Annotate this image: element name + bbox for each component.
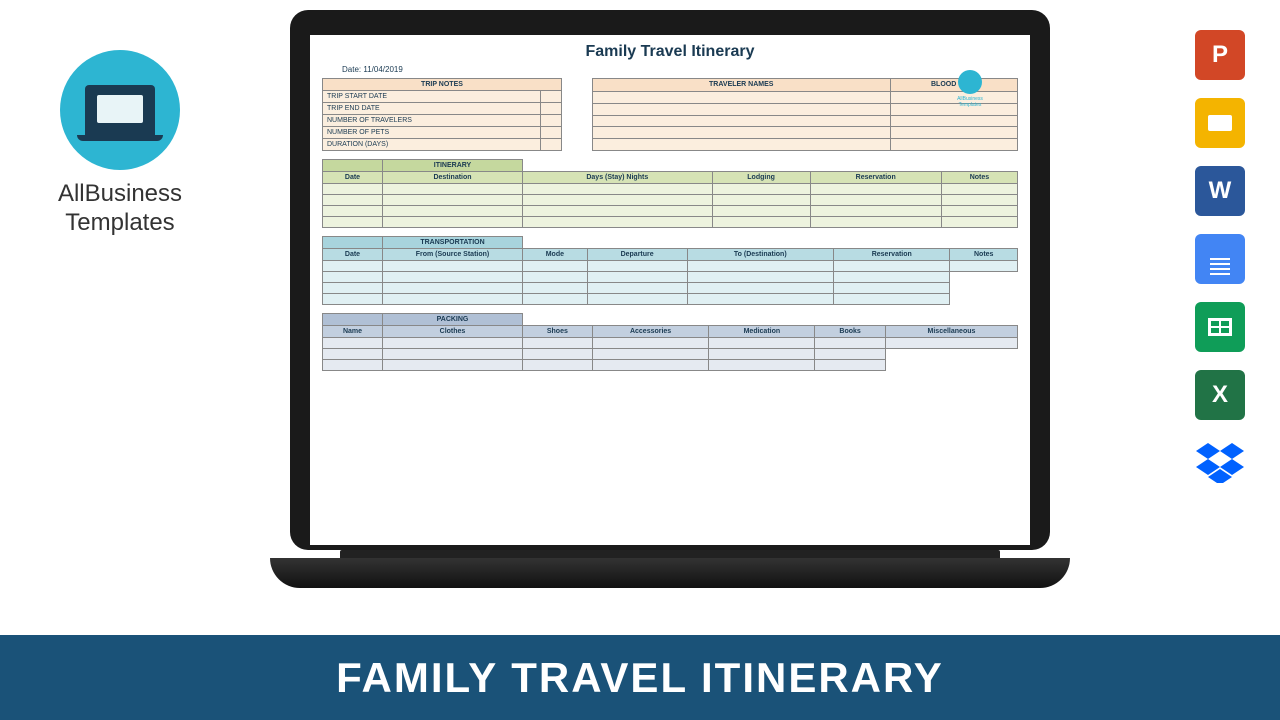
document-brand-logo: AllBusiness Templates	[950, 70, 990, 108]
excel-icon: X	[1195, 370, 1245, 420]
document-preview: AllBusiness Templates Family Travel Itin…	[310, 35, 1030, 545]
laptop-icon	[85, 85, 155, 135]
banner-title: FAMILY TRAVEL ITINERARY	[336, 654, 944, 702]
dropbox-icon	[1195, 438, 1245, 488]
laptop-mockup: AllBusiness Templates Family Travel Itin…	[270, 10, 1070, 610]
trip-notes-table: TRIP NOTES TRIP START DATE TRIP END DATE…	[322, 78, 562, 151]
brand-logo-circle-icon	[60, 50, 180, 170]
google-slides-icon	[1195, 98, 1245, 148]
brand-name: AllBusinessTemplates	[40, 180, 200, 238]
google-sheets-icon	[1195, 302, 1245, 352]
word-icon: W	[1195, 166, 1245, 216]
brand-logo-left: AllBusinessTemplates	[40, 50, 200, 238]
document-title: Family Travel Itinerary	[322, 43, 1018, 61]
document-date: Date: 11/04/2019	[342, 65, 1018, 74]
packing-table: PACKING NameClothesShoesAccessoriesMedic…	[322, 313, 1018, 371]
google-docs-icon	[1195, 234, 1245, 284]
itinerary-table: ITINERARY DateDestinationDays (Stay) Nig…	[322, 159, 1018, 228]
app-icons-column: P W X	[1195, 30, 1250, 488]
title-banner: FAMILY TRAVEL ITINERARY	[0, 635, 1280, 720]
powerpoint-icon: P	[1195, 30, 1245, 80]
transportation-table: TRANSPORTATION DateFrom (Source Station)…	[322, 236, 1018, 305]
